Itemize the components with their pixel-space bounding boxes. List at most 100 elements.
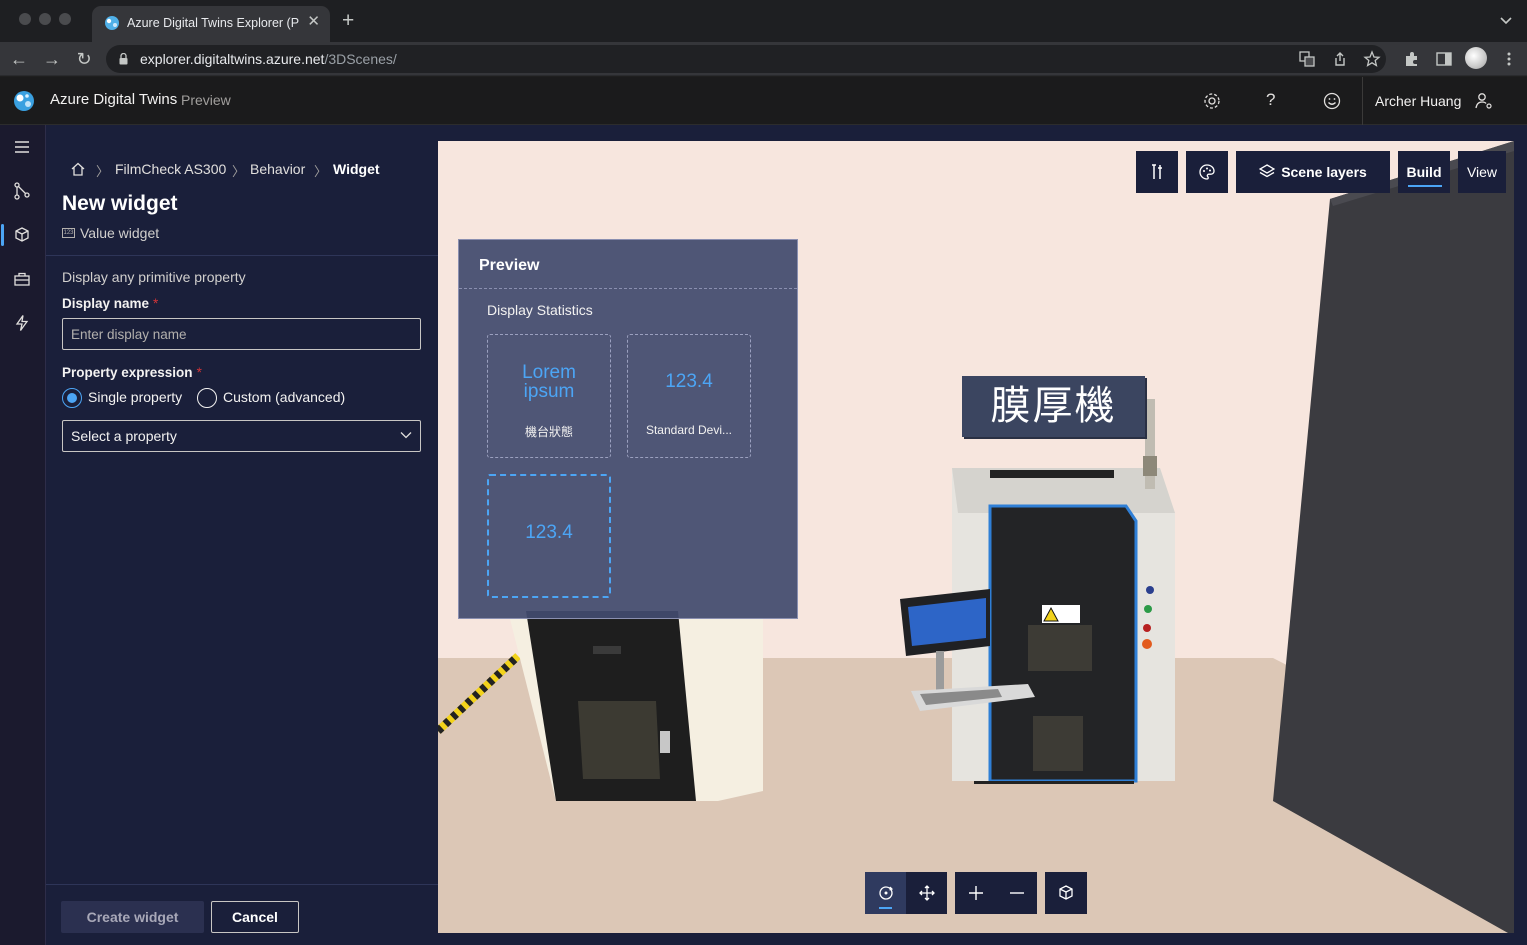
browser-toolbar: ← → ↻ explorer.digitaltwins.azure.net/3D… xyxy=(0,42,1527,76)
widget-group-name: Display Statistics xyxy=(487,302,593,318)
tile-value-line-2: ipsum xyxy=(523,381,575,402)
camera-mode-group xyxy=(865,872,947,914)
tile-value-line-1: Lorem xyxy=(522,362,576,383)
property-expression-label-text: Property expression xyxy=(62,365,193,380)
panel-title: New widget xyxy=(62,192,178,215)
bookmark-star-icon[interactable] xyxy=(1363,50,1381,68)
layers-icon xyxy=(1258,164,1276,178)
breadcrumb-behavior[interactable]: Behavior xyxy=(250,161,305,177)
pan-button[interactable] xyxy=(906,872,947,914)
theme-button[interactable] xyxy=(1186,151,1228,193)
browser-tab[interactable]: Azure Digital Twins Explorer (P ✕ xyxy=(92,6,330,42)
create-widget-button[interactable]: Create widget xyxy=(61,901,204,933)
nav-active-indicator xyxy=(1,224,4,246)
scene-viewer-container: Scene layers Build View Preview Display … xyxy=(438,125,1527,945)
footer-divider xyxy=(46,884,438,885)
reset-view-button[interactable] xyxy=(1045,872,1086,914)
nav-rail xyxy=(0,125,46,945)
view-mode-tab[interactable]: View xyxy=(1458,151,1506,193)
chevron-right-icon: 〉 xyxy=(314,164,328,179)
nav-events-button[interactable] xyxy=(0,303,46,343)
view-mode-label: View xyxy=(1466,164,1498,180)
browser-menu-kebab-icon[interactable] xyxy=(1502,51,1516,67)
forward-icon[interactable]: → xyxy=(41,48,63,70)
graph-icon xyxy=(14,182,30,200)
pan-icon xyxy=(919,885,935,901)
back-icon[interactable]: ← xyxy=(8,48,30,70)
new-tab-icon[interactable]: + xyxy=(342,9,354,33)
widget-type: Value widget xyxy=(80,225,160,241)
property-select[interactable]: Select a property xyxy=(62,420,421,452)
tools-button[interactable] xyxy=(1136,151,1178,193)
orbit-button[interactable] xyxy=(865,872,906,914)
tile-value: 123.4 xyxy=(665,371,713,392)
3d-scene-canvas[interactable]: Scene layers Build View Preview Display … xyxy=(438,141,1514,933)
tab-search-chevron-icon[interactable] xyxy=(1499,13,1513,27)
custom-advanced-radio[interactable] xyxy=(197,388,217,408)
build-mode-label: Build xyxy=(1406,164,1442,180)
scene-right-wall xyxy=(1273,141,1514,933)
active-tool-underline xyxy=(879,907,892,909)
active-tab-underline xyxy=(1408,185,1442,187)
preview-title: Preview xyxy=(479,257,540,274)
settings-icon[interactable] xyxy=(1202,91,1222,111)
zoom-group xyxy=(955,872,1037,914)
zoom-in-button[interactable] xyxy=(955,872,996,914)
zoom-out-button[interactable] xyxy=(996,872,1037,914)
translate-icon[interactable] xyxy=(1298,50,1316,68)
palette-icon xyxy=(1199,164,1215,180)
extensions-puzzle-icon[interactable] xyxy=(1403,50,1421,68)
single-property-label[interactable]: Single property xyxy=(88,389,182,405)
single-property-radio[interactable] xyxy=(62,388,82,408)
new-widget-tile-selected[interactable]: 123.4 xyxy=(487,474,611,598)
user-name[interactable]: Archer Huang xyxy=(1375,93,1461,109)
toolbox-icon xyxy=(14,272,30,286)
widget-preview-card: Preview Display Statistics Lorem ipsum 機… xyxy=(458,239,798,619)
window-minimize-dot[interactable] xyxy=(39,13,51,25)
feedback-smiley-icon[interactable] xyxy=(1322,91,1342,111)
breadcrumb-current: Widget xyxy=(333,161,380,177)
display-name-input[interactable] xyxy=(62,318,421,350)
reload-icon[interactable]: ↻ xyxy=(73,48,95,70)
zoom-in-icon xyxy=(969,886,983,900)
nav-graph-button[interactable] xyxy=(0,171,46,211)
home-icon[interactable] xyxy=(70,161,86,177)
help-icon[interactable]: ? xyxy=(1266,90,1286,110)
build-mode-tab[interactable]: Build xyxy=(1398,151,1450,193)
app-title: Azure Digital Twins xyxy=(50,91,178,108)
url-path: /3DScenes/ xyxy=(324,51,397,67)
custom-advanced-label[interactable]: Custom (advanced) xyxy=(223,389,345,405)
chevron-right-icon: 〉 xyxy=(232,164,246,179)
url-text: explorer.digitaltwins.azure.net/3DScenes… xyxy=(140,51,397,67)
window-zoom-dot[interactable] xyxy=(59,13,71,25)
nav-menu-button[interactable] xyxy=(0,127,46,167)
display-name-label-text: Display name xyxy=(62,296,150,311)
side-panel-icon[interactable] xyxy=(1435,50,1453,68)
machine-name-label: 膜厚機 xyxy=(962,376,1145,437)
right-machine-window-bottom xyxy=(1033,716,1083,771)
orbit-icon xyxy=(879,886,894,900)
address-bar[interactable]: explorer.digitaltwins.azure.net/3DScenes… xyxy=(106,45,1386,73)
number-widget-icon: 123 xyxy=(62,228,75,238)
value-widget-tile[interactable]: Lorem ipsum 機台狀態 xyxy=(487,334,611,458)
nav-toolbox-button[interactable] xyxy=(0,259,46,299)
left-machine-handle xyxy=(660,731,670,753)
signal-tower-base xyxy=(1143,456,1157,476)
tab-close-icon[interactable]: ✕ xyxy=(307,12,320,30)
display-name-label: Display name * xyxy=(62,296,158,311)
right-machine-window-top xyxy=(1028,625,1092,671)
user-settings-icon[interactable] xyxy=(1474,91,1494,111)
nav-3d-scenes-button[interactable] xyxy=(0,215,46,255)
browser-profile-avatar[interactable] xyxy=(1465,47,1487,69)
scene-layers-button[interactable]: Scene layers xyxy=(1236,151,1390,193)
preview-divider xyxy=(459,288,797,289)
breadcrumb-scene[interactable]: FilmCheck AS300 xyxy=(115,161,226,177)
monitor-arm xyxy=(936,651,944,691)
window-close-dot[interactable] xyxy=(19,13,31,25)
tile-label: 機台狀態 xyxy=(524,425,573,439)
widget-description: Display any primitive property xyxy=(62,269,246,285)
share-icon[interactable] xyxy=(1331,50,1349,68)
tile-value: 123.4 xyxy=(525,522,573,543)
value-widget-tile[interactable]: 123.4 Standard Devi... xyxy=(627,334,751,458)
cancel-button[interactable]: Cancel xyxy=(211,901,299,933)
